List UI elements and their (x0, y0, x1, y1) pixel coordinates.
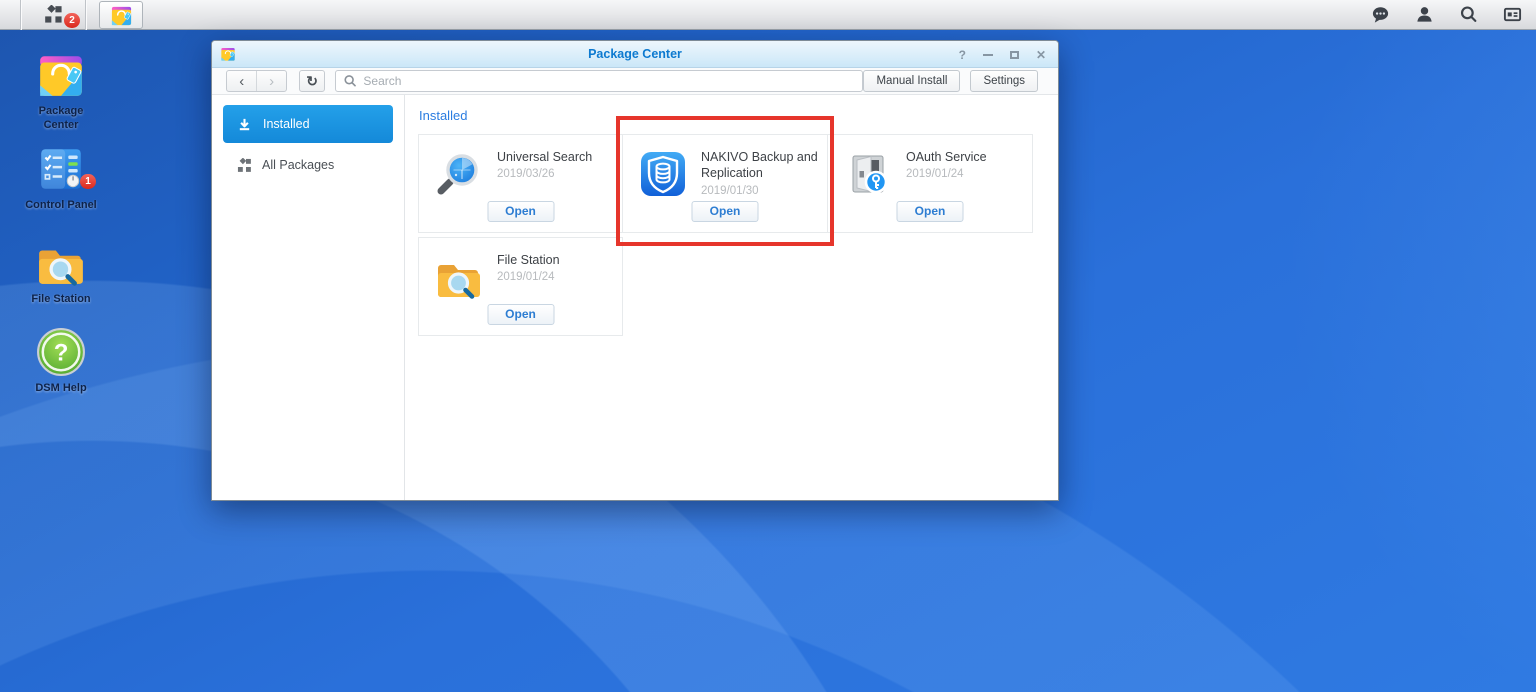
desktop-icon-label: Package Center (28, 105, 94, 133)
desktop-icon-file-station[interactable]: File Station (13, 238, 109, 307)
maximize-icon[interactable] (1010, 51, 1019, 59)
back-button[interactable]: ‹ (227, 71, 256, 91)
desktop-icon-label: DSM Help (35, 382, 86, 396)
minimize-icon[interactable] (983, 54, 993, 56)
search-icon (343, 74, 357, 88)
package-name: OAuth Service (906, 149, 1024, 165)
oauth-icon (844, 150, 892, 198)
package-date: 2019/01/24 (497, 271, 615, 283)
window-controls: ? ✕ (959, 41, 1046, 68)
main-content: Installed Universal Search 2019/03/26 Op… (405, 95, 1058, 500)
forward-button[interactable]: › (256, 71, 285, 91)
sidebar: Installed All Packages (212, 95, 405, 500)
package-card-file-station: File Station 2019/01/24 Open (418, 237, 623, 336)
universal-search-icon (435, 150, 483, 198)
package-name: Universal Search (497, 149, 615, 165)
nakivo-icon (639, 150, 687, 198)
package-card-universal-search: Universal Search 2019/03/26 Open (418, 134, 623, 233)
search-icon[interactable] (1458, 5, 1478, 25)
search-input[interactable] (363, 74, 855, 88)
package-date: 2019/01/30 (701, 185, 819, 197)
control-panel-icon (36, 144, 86, 194)
desktop-icon-label: File Station (31, 293, 90, 307)
section-title: Installed (419, 108, 1045, 123)
taskbar-right-icons (1370, 5, 1536, 25)
taskbar-app-package-center[interactable] (99, 1, 143, 29)
sidebar-item-label: All Packages (262, 158, 334, 172)
widgets-icon[interactable] (1502, 5, 1522, 25)
settings-button[interactable]: Settings (970, 70, 1038, 92)
open-button[interactable]: Open (487, 304, 554, 325)
package-date: 2019/03/26 (497, 168, 615, 180)
package-grid: Universal Search 2019/03/26 Open NAKIVO … (418, 134, 1045, 336)
open-button[interactable]: Open (692, 201, 759, 222)
nav-button-group: ‹ › (226, 70, 287, 92)
sidebar-item-installed[interactable]: Installed (223, 105, 393, 143)
desktop-icon-control-panel[interactable]: 1 Control Panel (13, 144, 109, 213)
window-toolbar: ‹ › ↻ Manual Install Settings (212, 68, 1058, 95)
dsm-help-icon (36, 327, 86, 377)
packages-grid-icon (237, 158, 252, 173)
refresh-button[interactable]: ↻ (299, 70, 326, 92)
package-name: NAKIVO Backup and Replication (701, 149, 819, 182)
package-center-icon (110, 4, 133, 27)
close-icon[interactable]: ✕ (1036, 49, 1046, 61)
file-station-icon (435, 253, 483, 301)
desktop: 2 Package Center 1 Control Panel (0, 0, 1536, 692)
main-menu-button[interactable]: 2 (21, 0, 85, 30)
package-center-icon (36, 50, 86, 100)
notification-badge: 1 (80, 174, 96, 189)
download-icon (237, 117, 252, 132)
desktop-icon-label: Control Panel (25, 199, 97, 213)
package-name: File Station (497, 252, 615, 268)
taskbar-divider (85, 0, 86, 30)
package-center-window: Package Center ? ✕ ‹ › ↻ Manual Install … (211, 40, 1059, 501)
user-icon[interactable] (1414, 5, 1434, 25)
help-icon[interactable]: ? (959, 49, 966, 61)
package-date: 2019/01/24 (906, 168, 1024, 180)
window-title: Package Center (212, 47, 1058, 61)
package-card-nakivo: NAKIVO Backup and Replication 2019/01/30… (622, 134, 828, 233)
main-menu-grid-icon (44, 5, 63, 24)
sidebar-item-label: Installed (263, 117, 310, 131)
package-card-oauth-service: OAuth Service 2019/01/24 Open (827, 134, 1033, 233)
notification-badge: 2 (64, 13, 80, 28)
chat-icon[interactable] (1370, 5, 1390, 25)
manual-install-button[interactable]: Manual Install (863, 70, 960, 92)
open-button[interactable]: Open (897, 201, 964, 222)
open-button[interactable]: Open (487, 201, 554, 222)
desktop-icon-dsm-help[interactable]: DSM Help (13, 327, 109, 396)
window-titlebar[interactable]: Package Center ? ✕ (212, 41, 1058, 68)
search-box (335, 70, 863, 92)
file-station-icon (36, 238, 86, 288)
window-body: Installed All Packages Installed (212, 95, 1058, 500)
desktop-icon-package-center[interactable]: Package Center (13, 50, 109, 133)
sidebar-item-all-packages[interactable]: All Packages (212, 148, 404, 182)
taskbar: 2 (0, 0, 1536, 30)
